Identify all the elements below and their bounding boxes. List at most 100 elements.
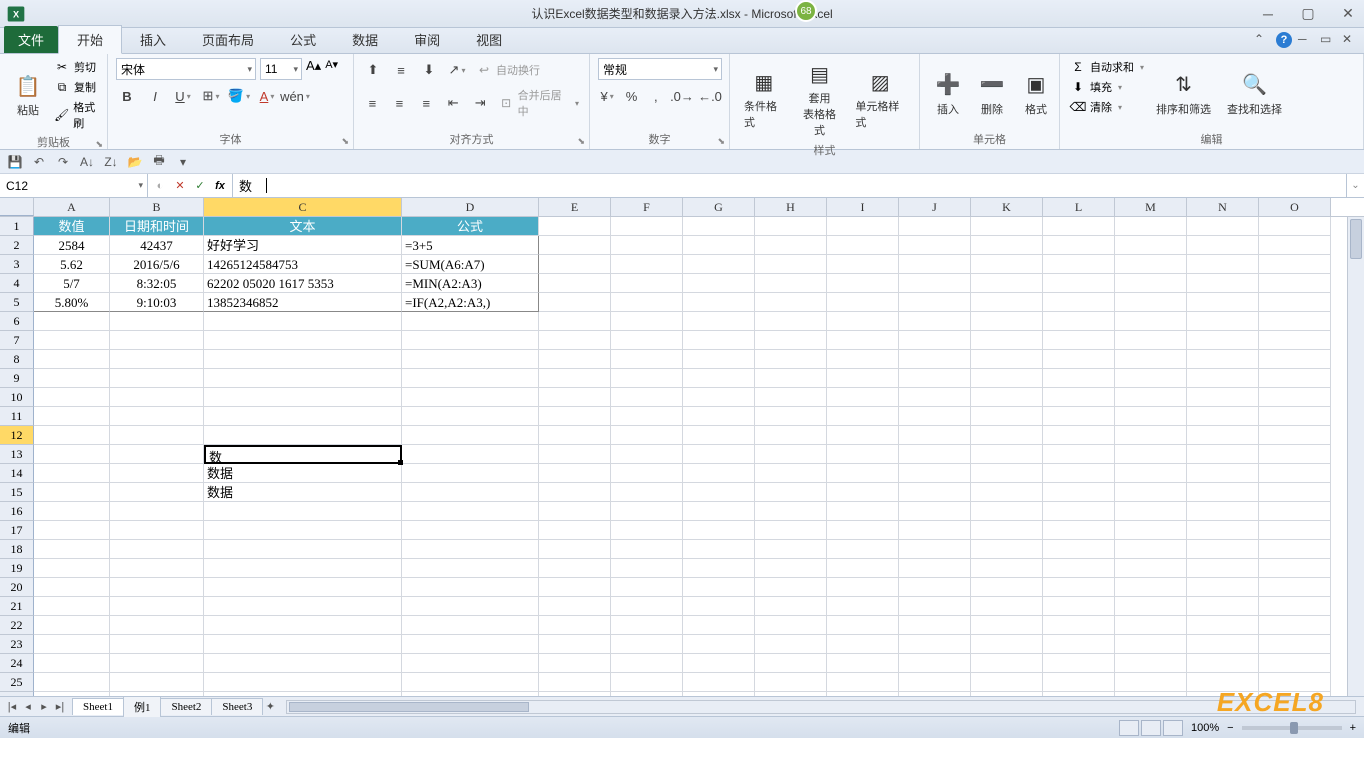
cell-C1[interactable]: 文本 <box>204 217 402 236</box>
cell-L8[interactable] <box>1043 350 1115 369</box>
cell-H2[interactable] <box>755 236 827 255</box>
cell-A12[interactable] <box>34 426 110 445</box>
cell-I19[interactable] <box>827 559 899 578</box>
row-header-5[interactable]: 5 <box>0 293 34 312</box>
indent-dec-button[interactable]: ⇤ <box>443 93 464 113</box>
cell-C8[interactable] <box>204 350 402 369</box>
col-header-O[interactable]: O <box>1259 198 1331 216</box>
cell-L6[interactable] <box>1043 312 1115 331</box>
merge-button[interactable]: ⊡合并后居中 <box>497 86 581 120</box>
cell-J12[interactable] <box>899 426 971 445</box>
cell-J2[interactable] <box>899 236 971 255</box>
cell-H1[interactable] <box>755 217 827 236</box>
cell-M23[interactable] <box>1115 635 1187 654</box>
cell-O16[interactable] <box>1259 502 1331 521</box>
cell-D16[interactable] <box>402 502 539 521</box>
cell-K3[interactable] <box>971 255 1043 274</box>
cell-G2[interactable] <box>683 236 755 255</box>
cell-O24[interactable] <box>1259 654 1331 673</box>
cell-H4[interactable] <box>755 274 827 293</box>
next-sheet-button[interactable]: ▸ <box>36 700 52 713</box>
cell-B26[interactable] <box>110 692 204 696</box>
cell-M16[interactable] <box>1115 502 1187 521</box>
font-name-combo[interactable]: 宋体 <box>116 58 256 80</box>
cell-B2[interactable]: 42437 <box>110 236 204 255</box>
cell-A2[interactable]: 2584 <box>34 236 110 255</box>
cell-I20[interactable] <box>827 578 899 597</box>
cell-N13[interactable] <box>1187 445 1259 464</box>
cell-F7[interactable] <box>611 331 683 350</box>
new-sheet-button[interactable]: ✦ <box>262 700 278 713</box>
cell-K23[interactable] <box>971 635 1043 654</box>
cell-C14[interactable]: 数据 <box>204 464 402 483</box>
inc-decimal-button[interactable]: .0→ <box>671 86 693 106</box>
row-header-11[interactable]: 11 <box>0 407 34 426</box>
cell-B22[interactable] <box>110 616 204 635</box>
cell-H20[interactable] <box>755 578 827 597</box>
cell-E20[interactable] <box>539 578 611 597</box>
cell-K5[interactable] <box>971 293 1043 312</box>
shrink-font-button[interactable]: A▾ <box>325 58 338 80</box>
insert-cells-button[interactable]: ➕插入 <box>928 58 968 129</box>
cell-K6[interactable] <box>971 312 1043 331</box>
zoom-in-button[interactable]: + <box>1350 722 1356 734</box>
cell-G25[interactable] <box>683 673 755 692</box>
cell-G21[interactable] <box>683 597 755 616</box>
cell-O21[interactable] <box>1259 597 1331 616</box>
cell-G20[interactable] <box>683 578 755 597</box>
phonetic-button[interactable]: wén <box>284 86 306 106</box>
cell-K18[interactable] <box>971 540 1043 559</box>
cell-F2[interactable] <box>611 236 683 255</box>
cell-F14[interactable] <box>611 464 683 483</box>
cell-D24[interactable] <box>402 654 539 673</box>
undo-button[interactable]: ↶ <box>30 153 48 171</box>
cell-O2[interactable] <box>1259 236 1331 255</box>
tab-insert[interactable]: 插入 <box>122 26 184 53</box>
cell-J19[interactable] <box>899 559 971 578</box>
row-header-24[interactable]: 24 <box>0 654 34 673</box>
spreadsheet-grid[interactable]: ABCDEFGHIJKLMNO 1数值日期和时间文本公式2258442437好好… <box>0 198 1364 696</box>
cell-G9[interactable] <box>683 369 755 388</box>
row-header-26[interactable]: 26 <box>0 692 34 696</box>
wrap-button[interactable]: ↩自动换行 <box>474 61 542 79</box>
cell-C25[interactable] <box>204 673 402 692</box>
cell-G4[interactable] <box>683 274 755 293</box>
font-launcher[interactable]: ⬊ <box>341 136 349 147</box>
cell-E5[interactable] <box>539 293 611 312</box>
cell-C20[interactable] <box>204 578 402 597</box>
cell-B7[interactable] <box>110 331 204 350</box>
font-color-button[interactable]: A <box>256 86 278 106</box>
row-header-20[interactable]: 20 <box>0 578 34 597</box>
cell-N6[interactable] <box>1187 312 1259 331</box>
cell-M4[interactable] <box>1115 274 1187 293</box>
cell-N12[interactable] <box>1187 426 1259 445</box>
cell-B21[interactable] <box>110 597 204 616</box>
cell-N9[interactable] <box>1187 369 1259 388</box>
vertical-scrollbar[interactable] <box>1347 217 1364 696</box>
row-header-6[interactable]: 6 <box>0 312 34 331</box>
cell-F26[interactable] <box>611 692 683 696</box>
cell-F1[interactable] <box>611 217 683 236</box>
cell-D26[interactable] <box>402 692 539 696</box>
cell-M3[interactable] <box>1115 255 1187 274</box>
cell-L14[interactable] <box>1043 464 1115 483</box>
maximize-button[interactable]: ▢ <box>1300 6 1316 22</box>
cond-format-button[interactable]: ▦条件格式 <box>738 58 790 140</box>
cell-K4[interactable] <box>971 274 1043 293</box>
cell-B3[interactable]: 2016/5/6 <box>110 255 204 274</box>
cell-I22[interactable] <box>827 616 899 635</box>
cell-C7[interactable] <box>204 331 402 350</box>
col-header-M[interactable]: M <box>1115 198 1187 216</box>
cell-K10[interactable] <box>971 388 1043 407</box>
cell-O12[interactable] <box>1259 426 1331 445</box>
cell-I25[interactable] <box>827 673 899 692</box>
cell-L16[interactable] <box>1043 502 1115 521</box>
cell-I14[interactable] <box>827 464 899 483</box>
cell-K9[interactable] <box>971 369 1043 388</box>
autosum-button[interactable]: Σ自动求和 <box>1068 58 1146 76</box>
sheet-tab-3[interactable]: Sheet2 <box>160 698 212 715</box>
cell-M22[interactable] <box>1115 616 1187 635</box>
italic-button[interactable]: I <box>144 86 166 106</box>
cell-M6[interactable] <box>1115 312 1187 331</box>
cell-L9[interactable] <box>1043 369 1115 388</box>
